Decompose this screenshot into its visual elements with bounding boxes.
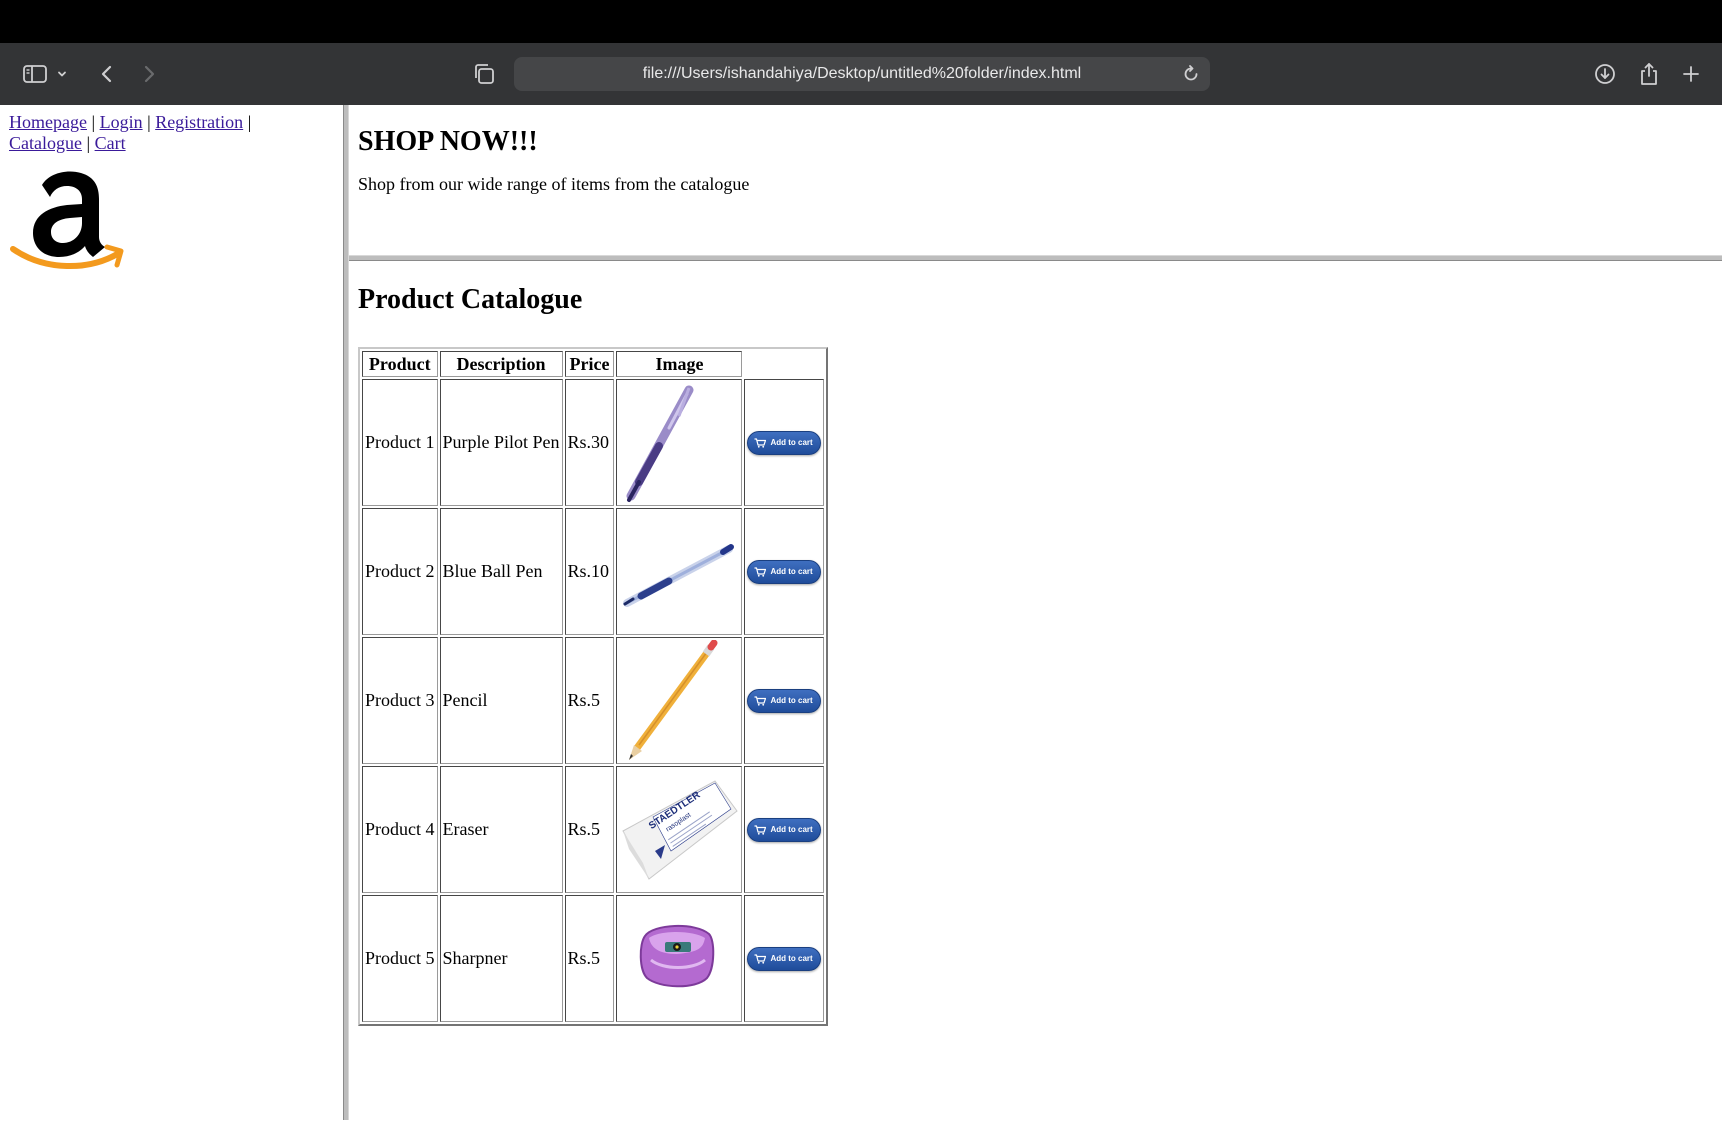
add-to-cart-cell: Add to cart	[744, 766, 824, 893]
nav-link-cart[interactable]: Cart	[95, 133, 126, 153]
back-icon[interactable]	[92, 59, 122, 89]
downloads-icon[interactable]	[1590, 59, 1620, 89]
product-description: Sharpner	[439, 895, 563, 1022]
forward-icon[interactable]	[134, 59, 164, 89]
nav-separator: |	[91, 112, 96, 132]
add-to-cart-button[interactable]: Add to cart	[747, 817, 821, 842]
tab-overview-icon[interactable]	[469, 59, 499, 89]
nav-frame: Homepage | Login | Registration | Catalo…	[9, 112, 339, 154]
frame-divider-horizontal[interactable]	[349, 255, 1722, 261]
browser-toolbar: file:///Users/ishandahiya/Desktop/untitl…	[0, 43, 1722, 105]
nav-link-catalogue[interactable]: Catalogue	[9, 133, 82, 153]
column-header-blank	[744, 351, 823, 377]
table-row: Product 5 Sharpner Rs.5 Add to cart	[362, 895, 824, 1022]
add-to-cart-button[interactable]: Add to cart	[747, 946, 821, 971]
product-name: Product 3	[362, 637, 438, 764]
purple-pen-image	[626, 385, 694, 502]
window-top-bar	[0, 0, 1722, 43]
product-price: Rs.5	[564, 895, 615, 1022]
catalogue-frame: Product Catalogue Product Description Pr…	[358, 283, 828, 1026]
url-text[interactable]: file:///Users/ishandahiya/Desktop/untitl…	[514, 57, 1210, 91]
page-title: SHOP NOW!!!	[358, 126, 538, 157]
nav-link-login[interactable]: Login	[100, 112, 143, 132]
nav-separator: |	[247, 112, 252, 132]
blue-pen-image	[623, 543, 735, 607]
table-row: Product 1 Purple Pilot Pen Rs.30 Add to …	[362, 379, 824, 506]
product-name: Product 1	[362, 379, 438, 506]
add-to-cart-label: Add to cart	[770, 696, 813, 705]
column-header-price: Price	[564, 351, 615, 377]
header-frame: SHOP NOW!!! Shop from our wide range of …	[358, 125, 749, 195]
add-to-cart-cell: Add to cart	[744, 379, 824, 506]
catalogue-title: Product Catalogue	[358, 284, 583, 315]
table-row: Product 3 Pencil Rs.5 Add to cart	[362, 637, 824, 764]
product-price: Rs.5	[564, 637, 615, 764]
amazon-logo-icon	[9, 153, 129, 273]
cart-icon	[754, 695, 767, 706]
sidebar-toggle-icon[interactable]	[20, 59, 50, 89]
product-description: Eraser	[439, 766, 563, 893]
sharpener-image	[640, 924, 715, 987]
pencil-image	[629, 639, 718, 760]
cart-icon	[754, 566, 767, 577]
add-to-cart-button[interactable]: Add to cart	[747, 688, 821, 713]
product-price: Rs.10	[564, 508, 615, 635]
product-image	[616, 379, 743, 506]
product-description: Purple Pilot Pen	[439, 379, 563, 506]
table-row: Product 2 Blue Ball Pen Rs.10 Add to car…	[362, 508, 824, 635]
product-image: STAEDTLER rasoplast	[616, 766, 743, 893]
add-to-cart-button[interactable]: Add to cart	[747, 559, 821, 584]
add-to-cart-cell: Add to cart	[744, 895, 824, 1022]
nav-link-registration[interactable]: Registration	[155, 112, 243, 132]
nav-separator: |	[147, 112, 151, 132]
product-image	[616, 895, 743, 1022]
product-table: Product Description Price Image Product …	[358, 347, 828, 1026]
cart-icon	[754, 953, 767, 964]
product-description: Pencil	[439, 637, 563, 764]
add-to-cart-label: Add to cart	[770, 438, 813, 447]
column-header-description: Description	[439, 351, 563, 377]
table-row: Product 4 Eraser Rs.5 STAEDTLER rasoplas…	[362, 766, 824, 893]
product-image	[616, 637, 743, 764]
page-frameset: Homepage | Login | Registration | Catalo…	[0, 105, 1722, 1120]
page-tagline: Shop from our wide range of items from t…	[358, 174, 750, 194]
add-to-cart-button[interactable]: Add to cart	[747, 430, 821, 455]
product-price: Rs.5	[564, 766, 615, 893]
product-image	[616, 508, 743, 635]
add-to-cart-cell: Add to cart	[744, 508, 824, 635]
add-to-cart-label: Add to cart	[770, 825, 813, 834]
chevron-down-icon[interactable]	[54, 59, 70, 89]
cart-icon	[754, 437, 767, 448]
product-price: Rs.30	[564, 379, 615, 506]
add-to-cart-label: Add to cart	[770, 954, 813, 963]
nav-link-homepage[interactable]: Homepage	[9, 112, 87, 132]
cart-icon	[754, 824, 767, 835]
eraser-image: STAEDTLER rasoplast	[622, 779, 739, 880]
add-to-cart-label: Add to cart	[770, 567, 813, 576]
address-bar[interactable]: file:///Users/ishandahiya/Desktop/untitl…	[514, 57, 1210, 91]
add-to-cart-cell: Add to cart	[744, 637, 824, 764]
share-icon[interactable]	[1634, 59, 1664, 89]
new-tab-icon[interactable]	[1676, 59, 1706, 89]
product-name: Product 5	[362, 895, 438, 1022]
reload-icon[interactable]	[1180, 63, 1202, 85]
product-name: Product 4	[362, 766, 438, 893]
column-header-product: Product	[362, 351, 438, 377]
column-header-image: Image	[616, 351, 743, 377]
product-name: Product 2	[362, 508, 438, 635]
product-description: Blue Ball Pen	[439, 508, 563, 635]
table-header-row: Product Description Price Image	[362, 351, 824, 377]
nav-separator: |	[86, 133, 91, 153]
